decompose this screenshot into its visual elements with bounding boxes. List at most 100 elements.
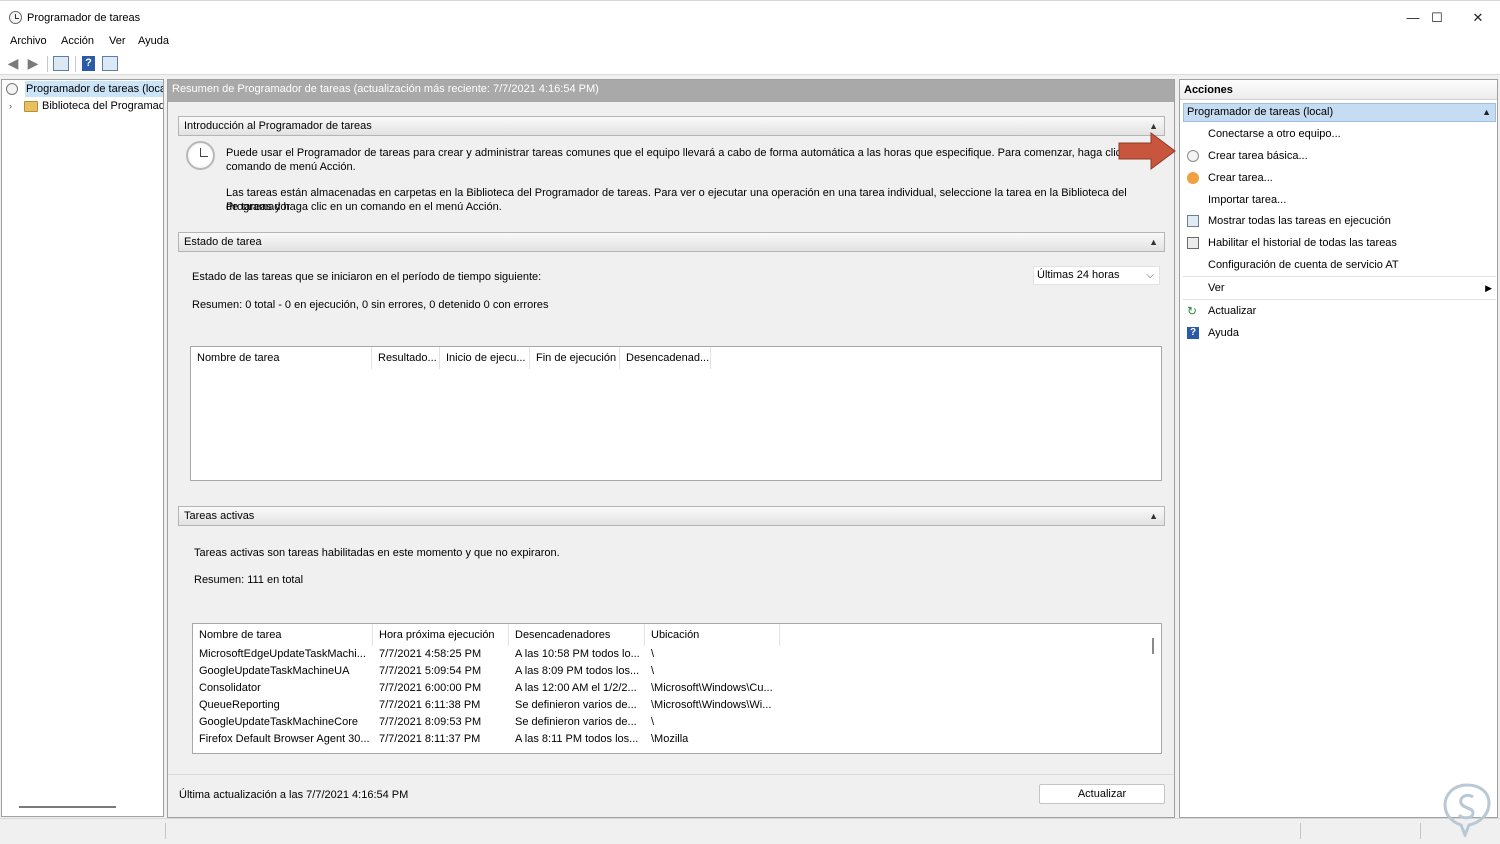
location-cell: \ <box>651 716 655 728</box>
actions-pane: Acciones Programador de tareas (local) ▲… <box>1179 79 1498 818</box>
action-refresh[interactable]: ↻ Actualizar <box>1183 299 1496 321</box>
table-row[interactable]: MicrosoftEdgeUpdateTaskMachi... 7/7/2021… <box>193 646 1161 663</box>
column-header[interactable]: Desencadenadores <box>509 624 645 646</box>
running-tasks-icon <box>1187 215 1199 227</box>
status-bar-divider <box>1300 823 1301 839</box>
clock-icon <box>1187 150 1199 162</box>
collapse-icon[interactable]: ▲ <box>1149 507 1158 525</box>
actions-group-label: Programador de tareas (local) <box>1187 106 1334 118</box>
toolbar-separator <box>75 56 76 72</box>
task-scheduler-icon <box>9 11 22 24</box>
location-cell: \ <box>651 665 655 677</box>
menu-ver[interactable]: Ver <box>109 35 126 47</box>
triggers-cell: A las 8:11 PM todos los... <box>515 733 639 745</box>
active-tasks-grid-header: Nombre de tarea Hora próxima ejecución D… <box>193 624 1161 646</box>
column-header[interactable]: Hora próxima ejecución <box>373 624 509 646</box>
forward-arrow-icon[interactable]: ▶ <box>24 55 42 72</box>
next-run-cell: 7/7/2021 4:58:25 PM <box>379 648 482 660</box>
column-header[interactable]: Resultado... <box>372 347 440 369</box>
console-tree: Programador de tareas (local) › Bibliote… <box>1 79 164 817</box>
help-icon: ? <box>1187 327 1199 339</box>
task-name-cell: Consolidator <box>199 682 261 694</box>
table-row[interactable]: QueueReporting 7/7/2021 6:11:38 PM Se de… <box>193 697 1161 714</box>
actions-group-header[interactable]: Programador de tareas (local) ▲ <box>1183 103 1496 122</box>
triggers-cell: A las 8:09 PM todos los... <box>515 665 640 677</box>
status-summary: Resumen: 0 total - 0 en ejecución, 0 sin… <box>192 299 549 311</box>
expand-chevron-icon[interactable]: › <box>9 98 12 114</box>
toolbar: ◀ ▶ ? <box>0 52 1500 75</box>
chevron-down-icon: ⌵ <box>1146 270 1154 281</box>
action-create-basic-task[interactable]: Crear tarea básica... <box>1183 145 1496 167</box>
horizontal-scrollbar[interactable] <box>19 806 116 808</box>
action-view[interactable]: Ver ▶ <box>1183 276 1496 298</box>
table-row[interactable]: GoogleUpdateTaskMachineUA 7/7/2021 5:09:… <box>193 663 1161 680</box>
task-name-cell: MicrosoftEdgeUpdateTaskMachi... <box>199 648 366 660</box>
intro-section-body: Puede usar el Programador de tareas para… <box>178 136 1165 222</box>
column-header[interactable]: Fin de ejecución <box>530 347 620 369</box>
vertical-scrollbar[interactable] <box>1152 638 1154 654</box>
task-name-cell: Firefox Default Browser Agent 30... <box>199 733 370 745</box>
action-create-task[interactable]: Crear tarea... <box>1183 167 1496 189</box>
column-header[interactable]: Desencadenad... <box>620 347 711 369</box>
active-section-header[interactable]: Tareas activas ▲ <box>178 506 1165 526</box>
action-enable-history-label: Habilitar el historial de todas las tare… <box>1208 237 1397 249</box>
intro-paragraph-2-line-2: de tareas y haga clic en un comando en e… <box>226 201 502 213</box>
status-section-title: Estado de tarea <box>184 236 262 248</box>
table-row[interactable]: Consolidator 7/7/2021 6:00:00 PM A las 1… <box>193 680 1161 697</box>
active-section-body: Tareas activas son tareas habilitadas en… <box>178 526 1165 766</box>
menu-accion[interactable]: Acción <box>61 35 94 47</box>
action-view-label: Ver <box>1208 282 1225 294</box>
action-at-service-account-label: Configuración de cuenta de servicio AT <box>1208 259 1399 271</box>
tree-item-library-label: Biblioteca del Programador de tareas <box>42 100 163 112</box>
action-help[interactable]: ? Ayuda <box>1183 322 1496 344</box>
column-header[interactable]: Nombre de tarea <box>191 347 372 369</box>
action-connect[interactable]: Conectarse a otro equipo... <box>1183 123 1496 145</box>
triggers-cell: A las 10:58 PM todos lo... <box>515 648 640 660</box>
folder-icon <box>24 101 38 112</box>
tree-item-library[interactable]: › Biblioteca del Programador de tareas <box>5 98 163 114</box>
show-hide-console-tree-icon[interactable] <box>53 56 69 71</box>
table-row[interactable]: Firefox Default Browser Agent 30... 7/7/… <box>193 731 1161 748</box>
next-run-cell: 7/7/2021 6:00:00 PM <box>379 682 482 694</box>
active-section-title: Tareas activas <box>184 510 255 522</box>
maximize-button[interactable]: ☐ <box>1414 5 1460 31</box>
tree-item-root-label: Programador de tareas (local) <box>25 81 163 97</box>
refresh-button[interactable]: Actualizar <box>1039 784 1165 804</box>
close-button[interactable]: ✕ <box>1455 5 1500 31</box>
collapse-icon[interactable]: ▲ <box>1482 104 1491 121</box>
menu-archivo[interactable]: Archivo <box>10 35 47 47</box>
table-row[interactable]: GoogleUpdateTaskMachineCore 7/7/2021 8:0… <box>193 714 1161 731</box>
clock-icon <box>6 83 18 95</box>
menu-bar: Archivo Acción Ver Ayuda <box>0 32 1500 52</box>
column-header[interactable]: Inicio de ejecu... <box>440 347 530 369</box>
collapse-icon[interactable]: ▲ <box>1149 233 1158 251</box>
location-cell: \Microsoft\Windows\Wi... <box>651 699 772 711</box>
menu-ayuda[interactable]: Ayuda <box>138 35 169 47</box>
period-select-value: Últimas 24 horas <box>1037 269 1120 281</box>
action-at-service-account[interactable]: Configuración de cuenta de servicio AT <box>1183 254 1496 276</box>
action-import-task[interactable]: Importar tarea... <box>1183 189 1496 211</box>
tree-item-root[interactable]: Programador de tareas (local) <box>5 81 163 97</box>
status-period-label: Estado de las tareas que se iniciaron en… <box>192 271 542 283</box>
status-section-header[interactable]: Estado de tarea ▲ <box>178 232 1165 252</box>
task-name-cell: QueueReporting <box>199 699 280 711</box>
triggers-cell: Se definieron varios de... <box>515 716 637 728</box>
action-enable-history[interactable]: Habilitar el historial de todas las tare… <box>1183 232 1496 254</box>
status-bar <box>0 818 1500 844</box>
period-select[interactable]: Últimas 24 horas ⌵ <box>1033 266 1160 285</box>
window-title: Programador de tareas <box>27 12 141 24</box>
column-header[interactable]: Ubicación <box>645 624 780 646</box>
column-header[interactable]: Nombre de tarea <box>193 624 373 646</box>
history-icon <box>1187 237 1199 249</box>
action-create-basic-task-label: Crear tarea básica... <box>1208 150 1308 162</box>
intro-section-title: Introducción al Programador de tareas <box>184 120 372 132</box>
active-summary: Resumen: 111 en total <box>194 574 304 586</box>
show-hide-action-pane-icon[interactable] <box>102 56 118 71</box>
help-icon[interactable]: ? <box>82 56 95 71</box>
action-show-running[interactable]: Mostrar todas las tareas en ejecución <box>1183 210 1496 232</box>
back-arrow-icon[interactable]: ◀ <box>4 55 22 72</box>
intro-section-header[interactable]: Introducción al Programador de tareas ▲ <box>178 116 1165 136</box>
status-bar-divider <box>1420 823 1421 839</box>
location-cell: \ <box>651 648 655 660</box>
action-create-task-label: Crear tarea... <box>1208 172 1273 184</box>
